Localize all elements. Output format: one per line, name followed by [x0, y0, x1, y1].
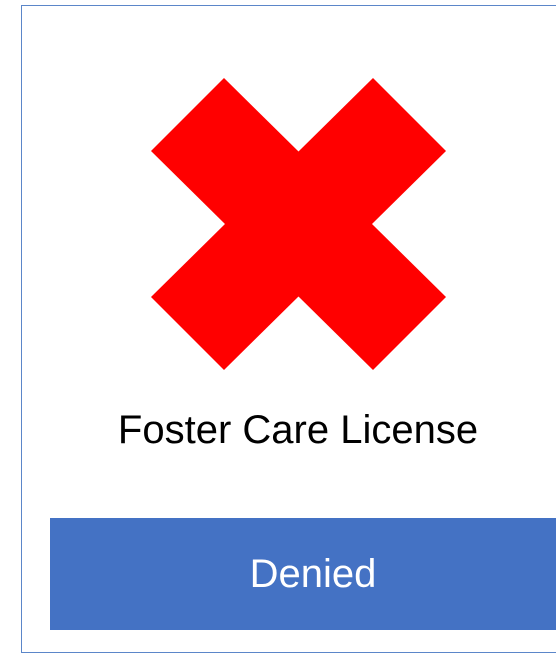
license-title: Foster Care License	[117, 408, 479, 452]
red-x-icon	[151, 78, 446, 370]
status-label: Denied	[249, 552, 377, 596]
status-banner: Denied	[50, 518, 556, 630]
